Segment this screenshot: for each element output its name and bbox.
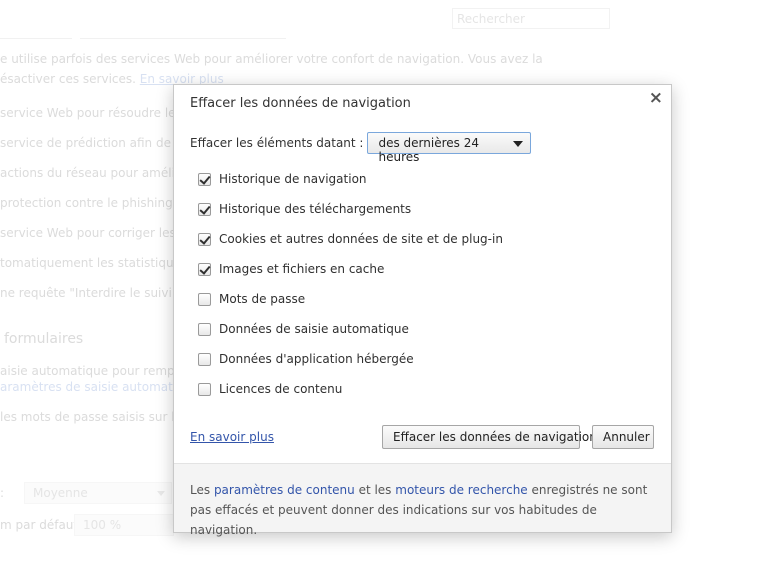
option-download-history[interactable]: Historique des téléchargements <box>198 194 503 224</box>
passwords-checkbox[interactable] <box>198 292 211 306</box>
dialog-title: Effacer les données de navigation <box>190 96 411 111</box>
footer-text: Les <box>190 483 214 497</box>
option-label: Licences de contenu <box>219 382 343 396</box>
autofill-checkbox[interactable] <box>198 322 211 336</box>
option-passwords[interactable]: Mots de passe <box>198 284 503 314</box>
clear-browsing-data-button[interactable]: Effacer les données de navigation <box>382 425 597 449</box>
dialog-footer-note: Les paramètres de contenu et les moteurs… <box>174 463 671 537</box>
time-period-select[interactable]: des dernières 24 heures <box>367 132 532 164</box>
option-label: Cookies et autres données de site et de … <box>219 232 503 246</box>
option-label: Données de saisie automatique <box>219 322 409 336</box>
hosted-app-data-checkbox[interactable] <box>198 352 211 366</box>
learn-more-link[interactable]: En savoir plus <box>190 430 274 444</box>
time-period-label: Effacer les éléments datant : <box>190 136 364 150</box>
browsing-history-checkbox[interactable] <box>198 172 211 186</box>
option-hosted-app-data[interactable]: Données d'application hébergée <box>198 344 503 374</box>
option-cookies[interactable]: Cookies et autres données de site et de … <box>198 224 503 254</box>
option-label: Données d'application hébergée <box>219 352 414 366</box>
option-label: Images et fichiers en cache <box>219 262 385 276</box>
time-period-value: des dernières 24 heures <box>378 136 479 164</box>
download-history-checkbox[interactable] <box>198 202 211 216</box>
chevron-down-icon <box>513 141 524 147</box>
option-label: Historique des téléchargements <box>219 202 412 216</box>
option-label: Mots de passe <box>219 292 306 306</box>
close-icon[interactable]: × <box>649 88 663 108</box>
data-type-options: Historique de navigation Historique des … <box>198 164 503 404</box>
content-licenses-checkbox[interactable] <box>198 382 211 396</box>
cookies-checkbox[interactable] <box>198 232 211 246</box>
time-period-row: Effacer les éléments datant : des derniè… <box>190 131 532 164</box>
clear-browsing-data-dialog: Effacer les données de navigation × Effa… <box>173 84 672 537</box>
option-autofill[interactable]: Données de saisie automatique <box>198 314 503 344</box>
cache-checkbox[interactable] <box>198 262 211 276</box>
option-cache[interactable]: Images et fichiers en cache <box>198 254 503 284</box>
option-content-licenses[interactable]: Licences de contenu <box>198 374 503 404</box>
option-label: Historique de navigation <box>219 172 367 186</box>
option-browsing-history[interactable]: Historique de navigation <box>198 164 503 194</box>
cancel-button[interactable]: Annuler <box>592 425 654 449</box>
content-settings-link[interactable]: paramètres de contenu <box>214 483 355 497</box>
search-engines-link[interactable]: moteurs de recherche <box>395 483 527 497</box>
footer-text: et les <box>354 483 396 497</box>
